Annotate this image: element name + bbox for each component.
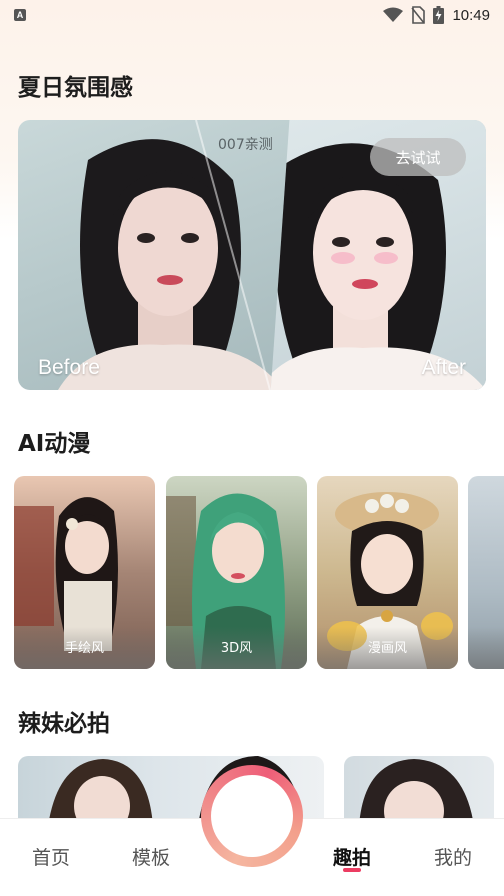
shoot-button-inner [211,775,293,857]
notification-icon: A [14,9,26,21]
try-button[interactable]: 去试试 [370,138,466,176]
wifi-icon [383,7,404,22]
battery-charging-icon [433,6,445,24]
anime-card-partial[interactable] [468,476,504,669]
section-title-anime: AI动漫 [18,431,91,457]
active-tab-indicator [343,868,361,872]
section-title-hot-girl: 辣妹必拍 [18,711,110,737]
status-time: 10:49 [452,6,490,24]
section-title-summer: 夏日氛围感 [18,75,133,101]
before-label: Before [38,356,100,379]
anime-card-hand-drawn[interactable]: 手绘风 [14,476,155,669]
nav-home[interactable]: 首页 [11,843,91,870]
status-bar: A 10:49 [0,0,504,30]
anime-style-list[interactable]: 手绘风 3D风 漫画风 [14,476,504,670]
nav-templates[interactable]: 模板 [111,843,191,870]
shoot-button[interactable] [201,765,303,867]
after-label: After [421,356,466,379]
anime-card-caption: 漫画风 [367,641,407,656]
nav-fun-shot[interactable]: 趣拍 [312,843,392,870]
hero-watermark: 007亲测 [218,137,273,153]
nav-mine[interactable]: 我的 [413,843,493,870]
anime-card-caption: 手绘风 [64,641,104,656]
hot-girl-card-2[interactable] [344,756,494,826]
anime-card-3d[interactable]: 3D风 [166,476,307,669]
no-sim-icon [411,6,426,24]
anime-card-comic[interactable]: 漫画风 [317,476,458,669]
hero-before-after-card[interactable]: 007亲测 去试试 Before After [18,120,486,390]
anime-card-caption: 3D风 [220,641,253,656]
hot-girl-card-2-image [359,759,474,826]
